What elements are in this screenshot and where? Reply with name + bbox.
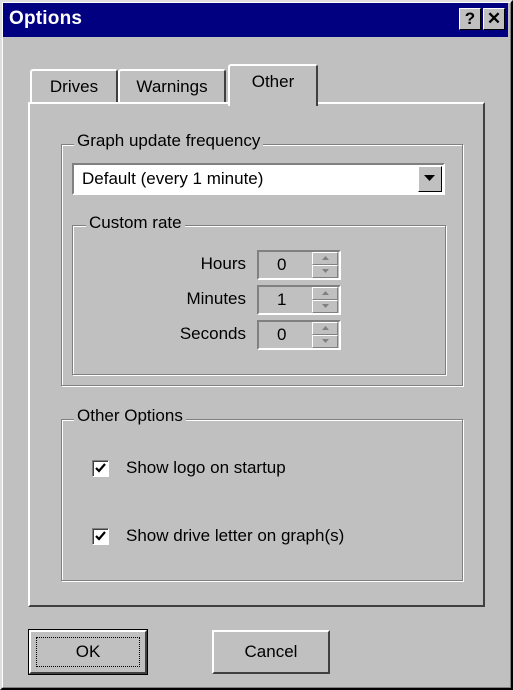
tab-label: Other [251,72,295,91]
ok-button[interactable]: OK [28,629,148,675]
minutes-label: Minutes [186,289,246,308]
minutes-down-button[interactable] [312,300,338,313]
arrow-up-icon [322,291,329,295]
minutes-value[interactable]: 1 [277,290,286,310]
arrow-down-icon [322,269,329,273]
cancel-button-label: Cancel [244,642,298,661]
show-logo-checkbox[interactable] [92,460,109,477]
hours-value[interactable]: 0 [277,255,286,275]
tab-warnings[interactable]: Warnings [118,69,226,103]
hours-spinner[interactable]: 0 [257,250,341,280]
minutes-up-button[interactable] [312,287,338,300]
arrow-down-icon [322,304,329,308]
help-button[interactable]: ? [459,8,481,30]
other-options-group-title: Other Options [74,406,186,426]
show-logo-label[interactable]: Show logo on startup [126,458,286,478]
tab-label: Warnings [136,77,208,96]
tab-label: Drives [49,77,99,96]
arrow-up-icon [322,326,329,330]
graph-update-group-title: Graph update frequency [74,131,264,151]
window-title: Options [9,8,83,29]
seconds-down-button[interactable] [312,335,338,348]
hours-down-button[interactable] [312,265,338,278]
tab-other[interactable]: Other [228,64,318,106]
custom-rate-group-title: Custom rate [86,213,185,233]
show-drive-letter-checkbox[interactable] [92,528,109,545]
seconds-value[interactable]: 0 [277,325,286,345]
seconds-spinner[interactable]: 0 [257,320,341,350]
close-button[interactable]: ✕ [483,8,505,30]
dropdown-value: Default (every 1 minute) [82,169,264,188]
minutes-spinner[interactable]: 1 [257,285,341,315]
tab-drives[interactable]: Drives [30,69,118,103]
hours-up-button[interactable] [312,252,338,265]
dropdown-arrow-button[interactable] [418,166,442,192]
show-drive-letter-label[interactable]: Show drive letter on graph(s) [126,526,344,546]
checkmark-icon [95,531,106,541]
arrow-down-icon [322,339,329,343]
hours-label: Hours [200,254,246,273]
title-bar[interactable]: Options ? ✕ [3,3,508,37]
seconds-label: Seconds [179,324,246,343]
focus-rectangle [36,637,140,667]
update-frequency-dropdown[interactable]: Default (every 1 minute) [72,163,445,195]
chevron-down-icon [424,175,435,181]
cancel-button[interactable]: Cancel [212,630,330,674]
checkmark-icon [95,463,106,473]
seconds-up-button[interactable] [312,322,338,335]
arrow-up-icon [322,256,329,260]
